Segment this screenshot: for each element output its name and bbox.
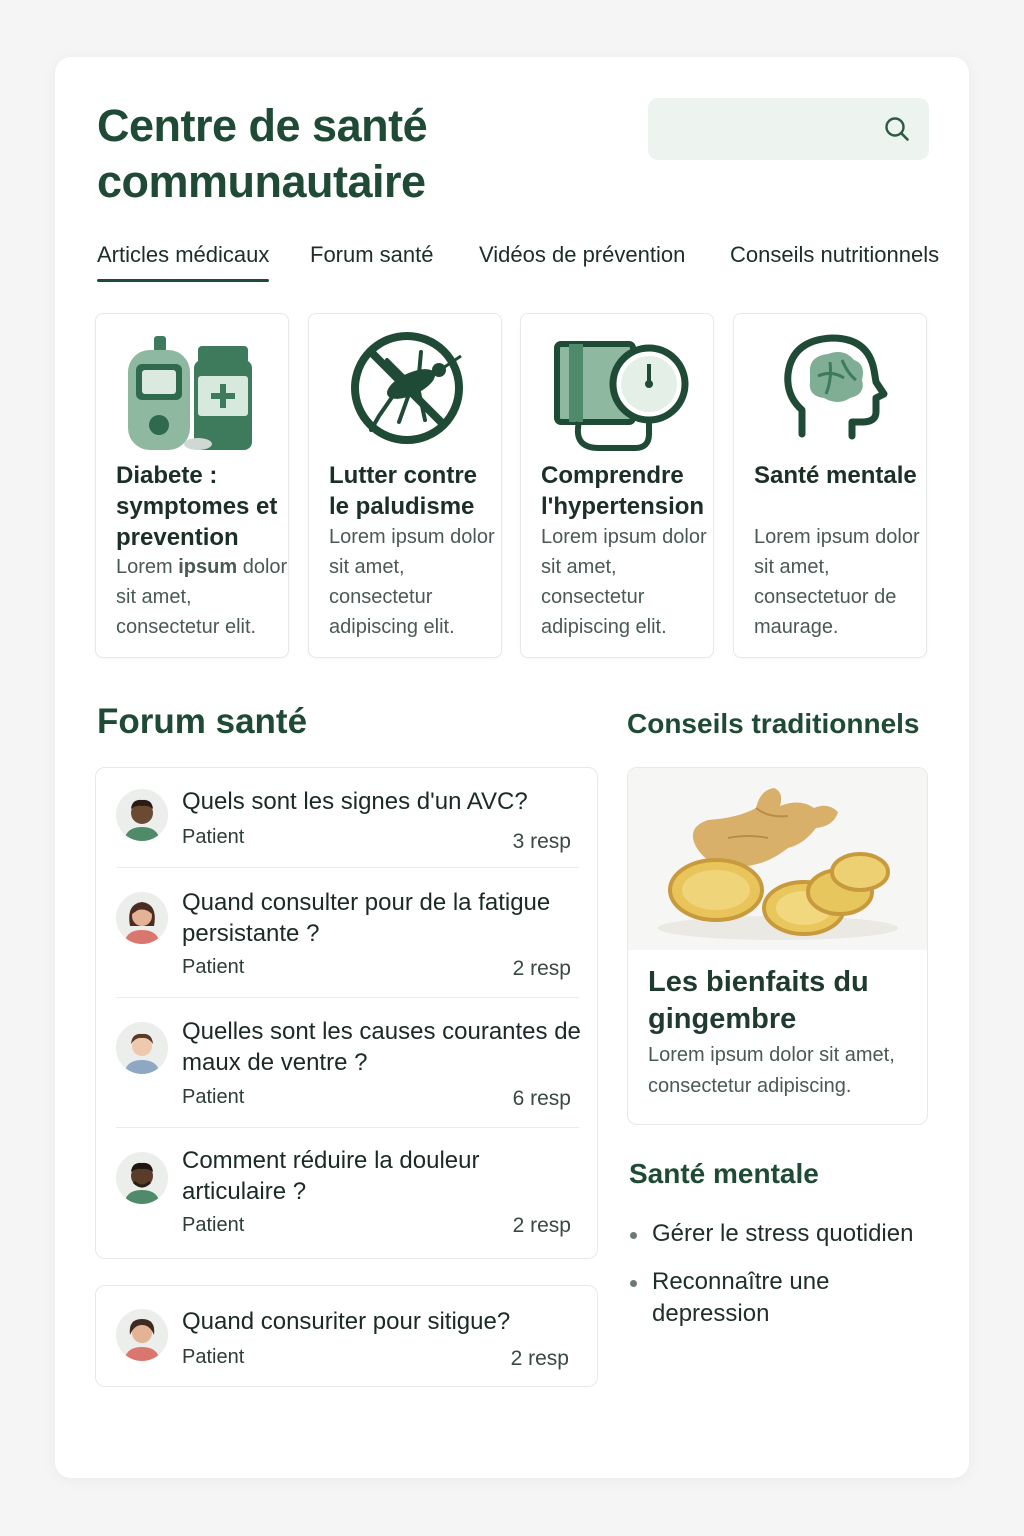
forum-question: Quels sont les signes d'un AVC? <box>182 788 528 815</box>
traditional-section-title: Conseils traditionnels <box>627 708 920 739</box>
mental-health-link[interactable]: Reconnaître une depression <box>629 1266 949 1330</box>
forum-post[interactable]: Quand consulter pour de la fatigue persi… <box>96 868 599 998</box>
forum-list: Quels sont les signes d'un AVC? Patient … <box>95 767 598 1259</box>
forum-question: Quelles sont les causes courantes de mau… <box>182 1018 581 1076</box>
forum-question: Quand consuriter pour sitigue? <box>182 1308 511 1335</box>
mental-health-list: Gérer le stress quotidien Reconnaître un… <box>629 1218 949 1346</box>
ginger-article-description: Lorem ipsum dolor sit amet, consectetur … <box>648 1044 895 1097</box>
article-title: Comprendre l'hypertension <box>541 462 705 520</box>
forum-reply-count: 2 resp <box>512 957 571 980</box>
forum-post[interactable]: Comment réduire la douleur articulaire ?… <box>96 1128 599 1258</box>
forum-post[interactable]: Quand consuriter pour sitigue? Patient 2… <box>95 1285 598 1387</box>
forum-post[interactable]: Quels sont les signes d'un AVC? Patient … <box>96 768 599 868</box>
blood-pressure-monitor-icon <box>554 341 689 451</box>
article-card-sante-mentale[interactable]: Santé mentale Lorem ipsum dolor sit amet… <box>733 313 927 658</box>
article-description: Lorem ipsum dolor sit amet, consectetur … <box>116 556 288 638</box>
mental-health-link[interactable]: Gérer le stress quotidien <box>629 1218 949 1250</box>
head-brain-icon <box>784 334 888 440</box>
avatar <box>116 1309 168 1361</box>
forum-question: Quand consulter pour de la fatigue persi… <box>182 889 551 947</box>
article-title: Lutter contre le paludisme <box>329 462 478 520</box>
ginger-article-title: Les bienfaits du gingembre <box>648 966 869 1035</box>
article-title: Santé mentale <box>754 462 917 489</box>
forum-question: Comment réduire la douleur articulaire ? <box>182 1147 480 1205</box>
ginger-article-card[interactable]: Les bienfaits du gingembre Lorem ipsum d… <box>627 767 928 1125</box>
avatar <box>116 1022 168 1074</box>
forum-reply-count: 3 resp <box>512 830 571 853</box>
main-tabs: Articles médicaux Forum santé Vidéos de … <box>97 238 957 286</box>
forum-section-title: Forum santé <box>97 702 308 741</box>
avatar <box>116 1152 168 1204</box>
search-icon[interactable] <box>883 115 911 143</box>
forum-reply-count: 2 resp <box>512 1214 571 1237</box>
article-card-hypertension[interactable]: Comprendre l'hypertension Lorem ipsum do… <box>520 313 714 658</box>
article-description: Lorem ipsum dolor sit amet, consectetuor… <box>754 526 920 638</box>
tab-conseils-nutritionnels[interactable]: Conseils nutritionnels <box>730 242 939 268</box>
page-title: Centre de santé communautaire <box>97 100 428 207</box>
avatar <box>116 892 168 944</box>
article-description: Lorem ipsum dolor sit amet, consectetur … <box>329 526 495 638</box>
forum-author: Patient <box>182 826 245 848</box>
mental-health-section-title: Santé mentale <box>629 1158 819 1189</box>
forum-post[interactable]: Quelles sont les causes courantes de mau… <box>96 998 599 1128</box>
tab-articles-medicaux[interactable]: Articles médicaux <box>97 242 270 282</box>
forum-reply-count: 2 resp <box>510 1347 569 1370</box>
forum-author: Patient <box>182 1346 245 1368</box>
forum-author: Patient <box>182 1214 245 1236</box>
tab-videos-prevention[interactable]: Vidéos de prévention <box>479 242 685 268</box>
forum-author: Patient <box>182 956 245 978</box>
forum-author: Patient <box>182 1086 245 1108</box>
article-description: Lorem ipsum dolor sit amet, consectetur … <box>541 526 707 638</box>
search-input[interactable] <box>648 98 929 160</box>
tab-forum-sante[interactable]: Forum santé <box>310 242 434 268</box>
article-card-diabete[interactable]: Diabete : symptomes et prevention Lorem … <box>95 313 289 658</box>
article-title: Diabete : symptomes et prevention <box>116 462 278 551</box>
ginger-image <box>628 768 927 950</box>
diabetes-kit-icon <box>128 336 252 450</box>
forum-reply-count: 6 resp <box>512 1087 571 1110</box>
no-mosquito-icon <box>351 332 463 444</box>
article-card-paludisme[interactable]: Lutter contre le paludisme Lorem ipsum d… <box>308 313 502 658</box>
avatar <box>116 789 168 841</box>
